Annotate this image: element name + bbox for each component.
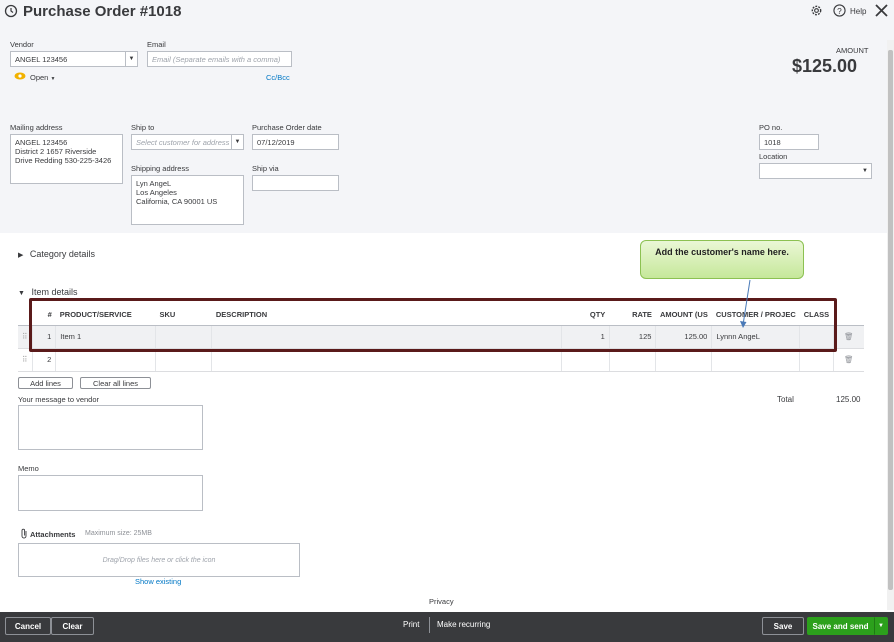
recent-transactions-icon[interactable]: [4, 4, 18, 18]
vendor-label: Vendor: [10, 40, 34, 49]
annotation-callout: Add the customer's name here.: [640, 240, 804, 279]
category-details-toggle[interactable]: ▶ Category details: [18, 249, 95, 259]
cancel-button[interactable]: Cancel: [5, 617, 51, 635]
ship-to-label: Ship to: [131, 123, 155, 132]
dropzone-text: Drag/Drop files here or click the icon: [102, 556, 216, 564]
amount-value: $125.00: [792, 56, 858, 76]
chevron-down-icon: ▼: [231, 135, 243, 149]
po-date-label: Purchase Order date: [252, 123, 322, 132]
attachments-label: Attachments: [30, 530, 76, 539]
po-no-label: PO no.: [759, 123, 783, 132]
chevron-down-icon: ▼: [125, 52, 137, 66]
clear-all-lines-button[interactable]: Clear all lines: [80, 377, 151, 389]
shipping-address-label: Shipping address: [131, 164, 189, 173]
po-date-value: 07/12/2019: [257, 138, 295, 147]
ship-via-field[interactable]: [252, 175, 339, 191]
location-label: Location: [759, 152, 788, 161]
email-field[interactable]: Email (Separate emails with a comma): [147, 51, 292, 67]
privacy-link[interactable]: Privacy: [429, 597, 454, 606]
attachments-dropzone[interactable]: Drag/Drop files here or click the icon: [18, 543, 300, 577]
delete-header: [833, 305, 864, 326]
vendor-select[interactable]: ANGEL 123456 ▼: [10, 51, 138, 67]
add-lines-button[interactable]: Add lines: [18, 377, 73, 389]
ship-to-select[interactable]: Select customer for address ▼: [131, 134, 244, 150]
message-field[interactable]: [18, 405, 203, 450]
vendor-value: ANGEL 123456: [15, 55, 68, 64]
gear-icon[interactable]: [810, 4, 823, 17]
print-button[interactable]: Print: [403, 620, 419, 629]
paperclip-icon: [21, 528, 27, 539]
page-title: Purchase Order #1018: [23, 3, 182, 20]
caret-right-icon: ▶: [18, 252, 24, 259]
mailing-address-field[interactable]: ANGEL 123456 District 2 1657 Riverside D…: [10, 134, 123, 184]
category-details-label: Category details: [29, 249, 95, 259]
message-label: Your message to vendor: [18, 395, 100, 404]
eye-icon: [14, 72, 26, 80]
help-label[interactable]: Help: [850, 7, 866, 16]
clear-button[interactable]: Clear: [51, 617, 94, 635]
trash-icon[interactable]: 🗑: [832, 325, 864, 349]
caret-down-icon: ▼: [18, 290, 25, 297]
svg-text:?: ?: [837, 6, 842, 16]
chevron-down-icon: ▼: [50, 76, 56, 82]
total-label: Total: [777, 395, 794, 404]
attachments-max-size: Maximum size: 25MB: [85, 530, 152, 537]
item-details-label: Item details: [31, 287, 78, 297]
help-icon[interactable]: ?: [833, 4, 846, 17]
po-no-field[interactable]: 1018: [759, 134, 819, 150]
close-icon[interactable]: [874, 3, 889, 18]
po-no-value: 1018: [764, 138, 781, 147]
save-and-send-button[interactable]: Save and send: [807, 617, 874, 635]
status-dropdown[interactable]: Open ▼: [30, 73, 55, 82]
save-button[interactable]: Save: [762, 617, 804, 635]
ship-via-label: Ship via: [252, 164, 279, 173]
footer-divider: [429, 617, 430, 633]
memo-label: Memo: [18, 464, 39, 473]
email-label: Email: [147, 40, 166, 49]
scrollbar-track[interactable]: [887, 40, 894, 610]
email-placeholder: Email (Separate emails with a comma): [152, 55, 281, 64]
cc-bcc-link[interactable]: Cc/Bcc: [266, 73, 290, 82]
po-date-field[interactable]: 07/12/2019: [252, 134, 339, 150]
trash-icon[interactable]: 🗑: [832, 348, 864, 372]
ship-to-placeholder: Select customer for address: [136, 138, 230, 147]
chevron-down-icon: ▼: [862, 168, 868, 174]
scrollbar-thumb[interactable]: [888, 50, 893, 590]
total-value: 125.00: [836, 395, 861, 404]
save-options-chevron-icon[interactable]: ▼: [874, 617, 888, 635]
location-select[interactable]: ▼: [759, 163, 872, 179]
item-details-toggle[interactable]: ▼ Item details: [18, 287, 77, 297]
memo-field[interactable]: [18, 475, 203, 511]
make-recurring-button[interactable]: Make recurring: [437, 620, 490, 629]
mailing-address-label: Mailing address: [10, 123, 63, 132]
annotation-highlight-box: [29, 298, 837, 352]
status-label: Open: [30, 73, 49, 82]
amount-label: AMOUNT: [836, 46, 869, 55]
callout-arrow-icon: [740, 279, 751, 328]
show-existing-link[interactable]: Show existing: [135, 577, 181, 586]
shipping-address-field[interactable]: Lyn AngeL Los Angeles California, CA 900…: [131, 175, 244, 225]
